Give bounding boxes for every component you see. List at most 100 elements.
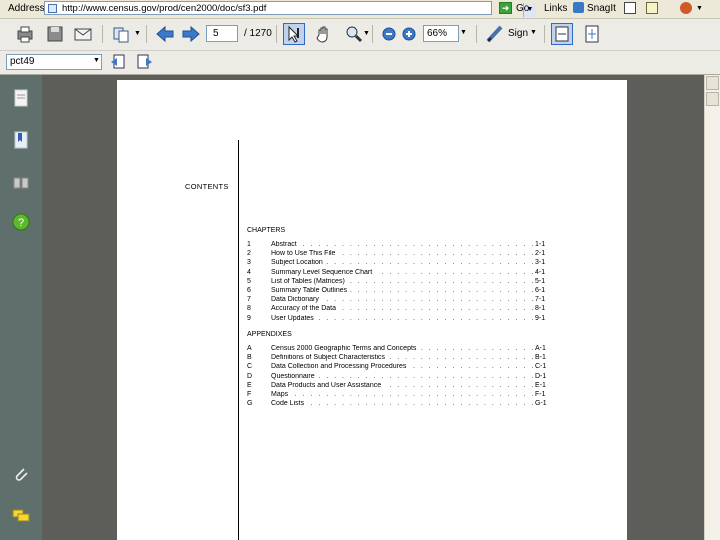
address-label: Address xyxy=(8,3,45,14)
address-input[interactable]: http://www.census.gov/prod/cen2000/doc/s… xyxy=(44,1,536,17)
previous-page-button[interactable] xyxy=(154,23,176,45)
zoom-dropdown-icon[interactable]: ▼ xyxy=(460,29,467,36)
next-page-button[interactable] xyxy=(180,23,202,45)
toc-page: 7-1 xyxy=(534,296,546,304)
note-icon[interactable] xyxy=(646,2,658,14)
contents-heading: CONTENTS xyxy=(185,182,229,191)
bookmark-select[interactable]: pct49 xyxy=(6,54,102,70)
toc-title: Data Collection and Processing Procedure… xyxy=(271,363,410,371)
toc-leader-dots: . . . . . . . . . . . . . . . . . . . . … xyxy=(271,391,535,398)
print-icon xyxy=(17,26,33,43)
toc-page: 4-1 xyxy=(534,268,546,276)
sign-dropdown-icon[interactable]: ▼ xyxy=(530,29,537,36)
page-number-input[interactable]: 5 xyxy=(206,25,238,42)
toc-page: F-1 xyxy=(534,391,546,398)
address-url: http://www.census.gov/prod/cen2000/doc/s… xyxy=(62,3,267,14)
toc-title: Maps xyxy=(271,391,292,398)
toc-number: C xyxy=(247,363,253,371)
toc-number: 1 xyxy=(247,241,251,248)
toc-title: List of Tables (Matrices) xyxy=(271,277,348,285)
save-button[interactable] xyxy=(44,23,66,45)
toc-page: B-1 xyxy=(534,354,546,362)
toc-title: Summary Table Outlines xyxy=(271,287,351,294)
appendixes-heading: APPENDIXES xyxy=(247,331,292,338)
toc-page: C-1 xyxy=(534,363,547,371)
toc-row[interactable]: A. . . . . . . . . . . . . . . . . . . .… xyxy=(247,345,547,354)
toc-number: E xyxy=(247,381,252,389)
toc-row[interactable]: 5. . . . . . . . . . . . . . . . . . . .… xyxy=(247,277,547,287)
reader-toolbar: ▼ 5 / 1270 ▼ 66% ▼ Sign ▼ xyxy=(0,19,720,51)
vertical-scrollbar[interactable] xyxy=(704,75,720,540)
comments-icon[interactable] xyxy=(12,507,30,525)
snagit-button[interactable]: SnagIt xyxy=(587,3,616,14)
chapters-heading: CHAPTERS xyxy=(247,227,286,234)
svg-text:?: ? xyxy=(18,217,24,229)
toc-row[interactable]: 4. . . . . . . . . . . . . . . . . . . .… xyxy=(247,268,547,278)
organize-icon xyxy=(113,27,129,43)
toc-page: 6-1 xyxy=(534,287,546,294)
bookmarks-icon[interactable] xyxy=(12,131,30,149)
toc-row[interactable]: F . . . . . . . . . . . . . . . . . . . .… xyxy=(247,391,547,400)
zoom-in-button[interactable] xyxy=(398,23,420,45)
extension-dropdown-icon[interactable]: ▼ xyxy=(696,5,703,12)
pages-icon[interactable] xyxy=(12,89,30,107)
zoom-level-input[interactable]: 66% xyxy=(423,25,459,42)
scroll-thumb[interactable] xyxy=(706,92,719,106)
print-button[interactable] xyxy=(14,23,36,45)
document-view[interactable]: CONTENTS CHAPTERS 1 . . . . . . . . . . .… xyxy=(42,75,704,540)
toc-page: 8-1 xyxy=(534,305,546,313)
snagit-icon[interactable] xyxy=(573,2,584,13)
capture-icon[interactable] xyxy=(624,2,636,14)
sign-button[interactable]: Sign xyxy=(508,28,528,39)
organize-button[interactable] xyxy=(110,23,132,45)
zoom-tool-dropdown-icon[interactable]: ▼ xyxy=(363,30,370,37)
fit-page-button[interactable] xyxy=(581,23,603,45)
extension-icon[interactable] xyxy=(680,2,692,14)
toc-row[interactable]: 2. . . . . . . . . . . . . . . . . . . .… xyxy=(247,250,547,259)
toc-row[interactable]: 3. . . . . . . . . . . . . . . . . . . .… xyxy=(247,259,547,268)
toc-row[interactable]: 6. . . . . . . . . . . . . . . . . . . .… xyxy=(247,287,547,296)
toc-row[interactable]: 8. . . . . . . . . . . . . . . . . . . .… xyxy=(247,305,547,314)
sign-pen-button[interactable] xyxy=(484,23,506,45)
page-icon xyxy=(48,4,57,13)
organize-dropdown-icon[interactable]: ▼ xyxy=(134,30,141,37)
zoom-tool-button[interactable] xyxy=(343,23,365,45)
toc-page: 2-1 xyxy=(534,250,546,258)
cursor-icon xyxy=(288,25,300,43)
select-tool-button[interactable] xyxy=(283,23,305,45)
go-arrow-icon[interactable]: ➜ xyxy=(499,2,512,14)
zoom-out-button[interactable] xyxy=(378,23,400,45)
bookmark-dropdown-icon[interactable]: ▼ xyxy=(93,57,100,64)
go-button[interactable]: Go xyxy=(516,3,529,14)
toc-number: 5 xyxy=(247,277,251,285)
attachments-binoculars-icon[interactable] xyxy=(12,173,30,191)
bookmark-back-button[interactable] xyxy=(108,52,130,74)
address-bar: Address http://www.census.gov/prod/cen20… xyxy=(0,0,720,19)
scroll-up-button[interactable] xyxy=(706,76,719,90)
pen-icon xyxy=(486,25,503,43)
toc-row[interactable]: 7. . . . . . . . . . . . . . . . . . . .… xyxy=(247,296,547,305)
toc-row[interactable]: 1 . . . . . . . . . . . . . . . . . . . .… xyxy=(247,241,547,250)
bookmark-forward-button[interactable] xyxy=(134,52,156,74)
toc-title: Questionnaire xyxy=(271,372,318,380)
toc-row[interactable]: C. . . . . . . . . . . . . . . . . . . .… xyxy=(247,363,547,372)
toc-row[interactable]: D. . . . . . . . . . . . . . . . . . . .… xyxy=(247,372,547,382)
toc-row[interactable]: G . . . . . . . . . . . . . . . . . . . .… xyxy=(247,400,547,409)
toc-row[interactable]: 9. . . . . . . . . . . . . . . . . . . .… xyxy=(247,314,547,324)
email-icon xyxy=(74,28,92,41)
toc-row[interactable]: E. . . . . . . . . . . . . . . . . . . .… xyxy=(247,381,547,391)
toc-number: 6 xyxy=(247,287,251,294)
toc-title: How to Use This File xyxy=(271,250,339,258)
paperclip-icon[interactable] xyxy=(12,465,30,483)
toc-number: 8 xyxy=(247,305,251,313)
help-icon[interactable]: ? xyxy=(12,213,30,231)
email-button[interactable] xyxy=(72,23,94,45)
toc-title: Data Dictionary xyxy=(271,296,322,304)
links-button[interactable]: Links xyxy=(544,3,567,14)
magnifier-icon xyxy=(346,26,363,43)
hand-tool-button[interactable] xyxy=(313,23,335,45)
pdf-page: CONTENTS CHAPTERS 1 . . . . . . . . . . .… xyxy=(117,80,627,540)
single-page-view-button[interactable] xyxy=(551,23,573,45)
toc-page: 3-1 xyxy=(534,259,546,267)
toc-row[interactable]: B. . . . . . . . . . . . . . . . . . . .… xyxy=(247,354,547,363)
